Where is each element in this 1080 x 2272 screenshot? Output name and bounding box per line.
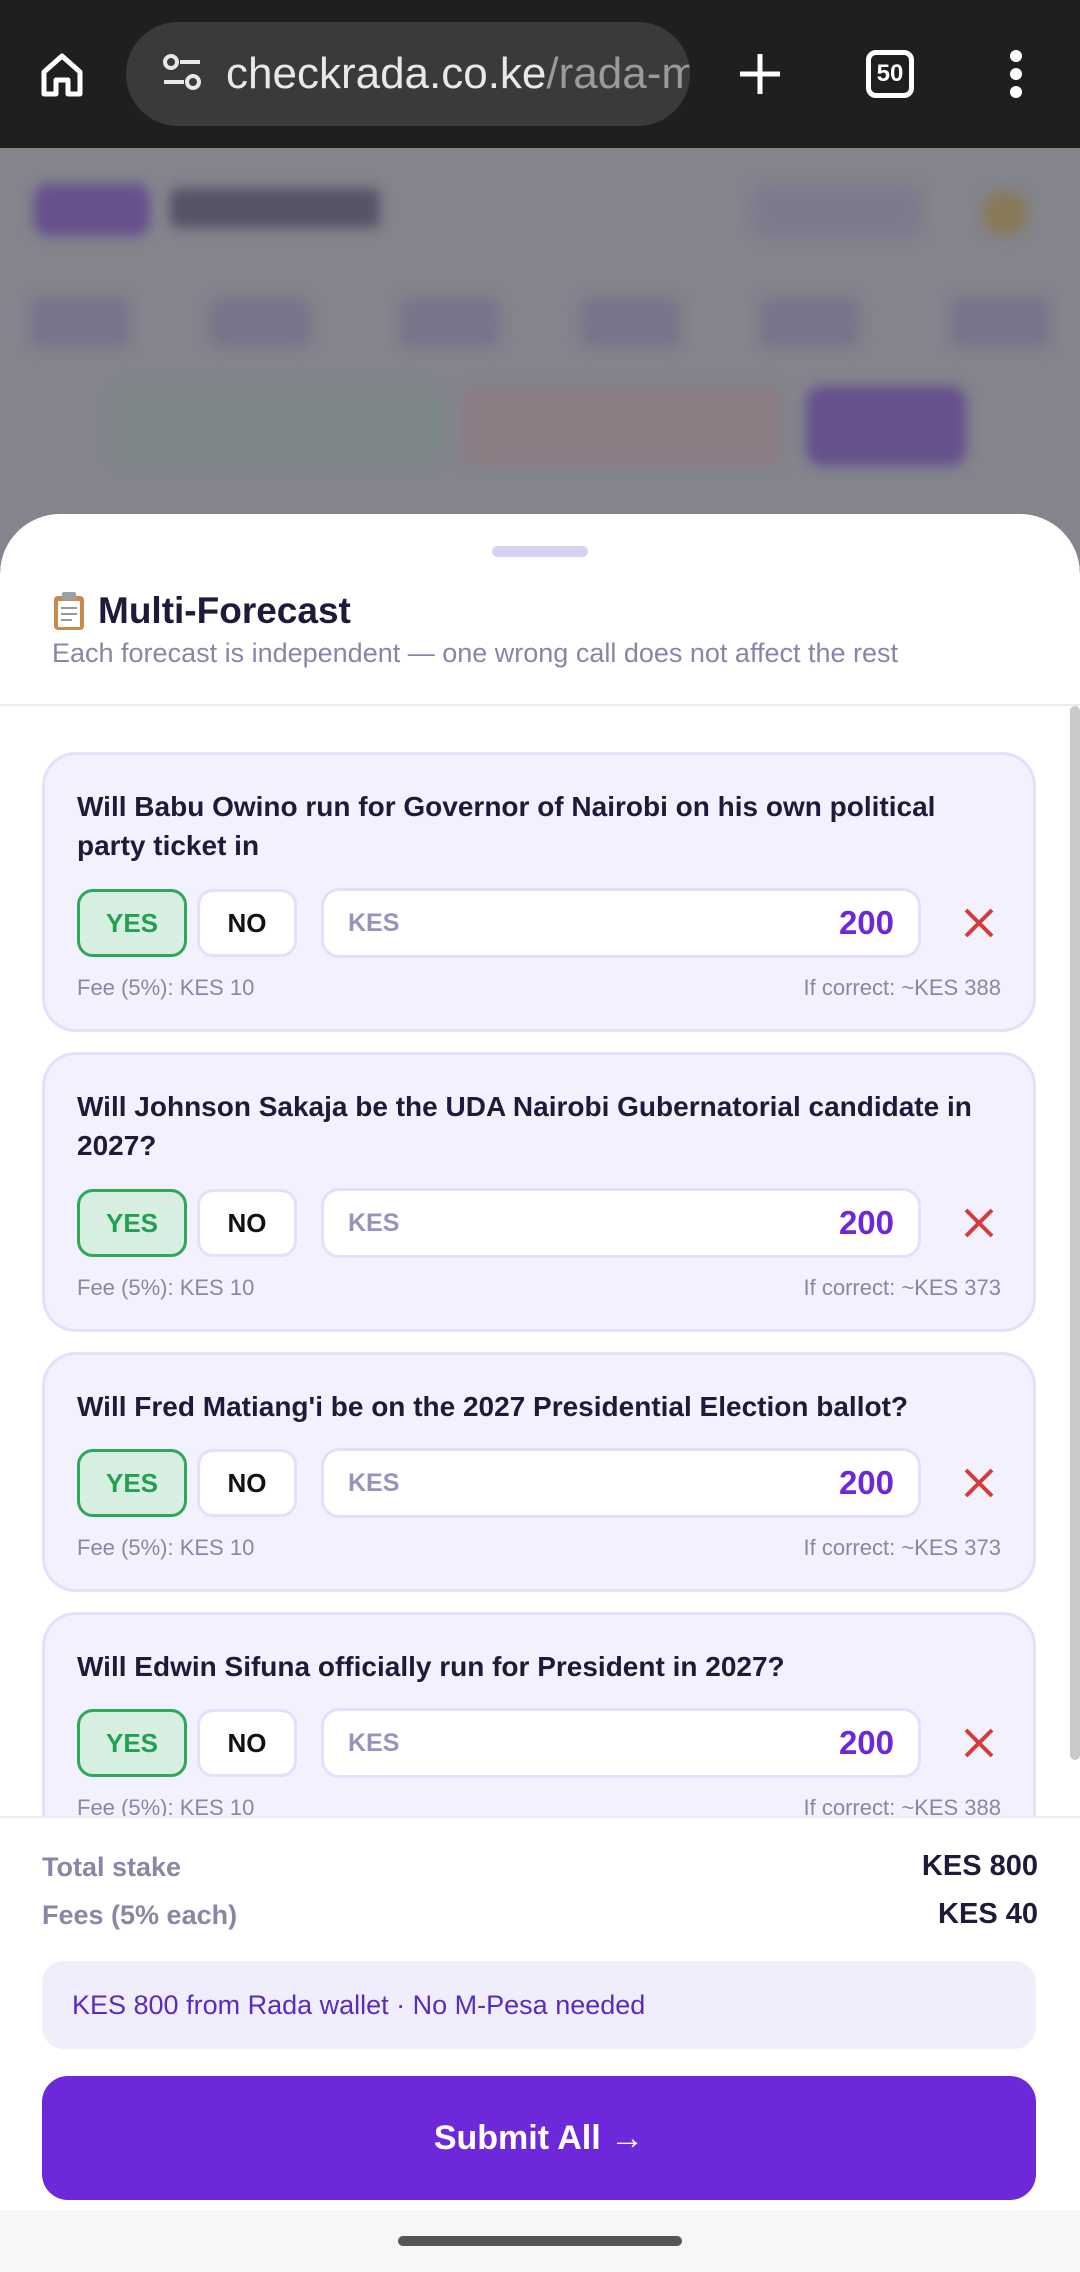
forecast-question: Will Fred Matiang'i be on the 2027 Presi… [77,1391,909,1422]
yes-button[interactable]: YES [77,1709,187,1777]
new-tab-icon[interactable] [724,38,796,110]
amount-value: 200 [838,1204,894,1241]
forecast-card: Will Johnson Sakaja be the UDA Nairobi G… [42,1052,1036,1332]
amount-value: 200 [838,1724,894,1761]
modal-scrim[interactable] [0,148,1080,568]
submit-all-button[interactable]: Submit All → [42,2076,1036,2200]
home-gesture-bar[interactable] [398,2236,682,2246]
currency-label: KES [348,1728,400,1757]
forecast-question: Will Babu Owino run for Governor of Nair… [77,791,936,861]
if-correct-text: If correct: ~KES 388 [803,1795,1001,1816]
if-correct-text: If correct: ~KES 373 [803,1535,1001,1560]
yes-button[interactable]: YES [77,1449,187,1517]
tab-switcher-button[interactable]: 50 [854,38,926,110]
scrollbar[interactable] [1070,706,1080,1760]
currency-label: KES [348,1208,400,1237]
remove-icon[interactable] [955,1199,1003,1247]
currency-label: KES [348,908,400,937]
multi-forecast-sheet: Multi-Forecast Each forecast is independ… [0,514,1080,2272]
drag-handle[interactable] [492,546,588,557]
browser-toolbar: checkrada.co.ke/rada-m 50 [0,0,1080,148]
sheet-title: Multi-Forecast [52,590,351,632]
amount-input[interactable]: KES 200 [321,1188,921,1258]
forecast-list[interactable]: Will Babu Owino run for Governor of Nair… [0,706,1080,1816]
site-settings-icon[interactable] [162,53,202,95]
url-text: checkrada.co.ke/rada-m [226,49,690,99]
yes-button[interactable]: YES [77,889,187,957]
amount-input[interactable]: KES 200 [321,1448,921,1518]
forecast-card: Will Edwin Sifuna officially run for Pre… [42,1612,1036,1816]
no-button[interactable]: NO [197,1709,297,1777]
forecast-card: Will Fred Matiang'i be on the 2027 Presi… [42,1352,1036,1592]
fee-text: Fee (5%): KES 10 [77,1275,255,1300]
sheet-title-text: Multi-Forecast [98,590,351,631]
currency-label: KES [348,1468,400,1497]
remove-icon[interactable] [955,1459,1003,1507]
address-bar[interactable]: checkrada.co.ke/rada-m [126,22,690,126]
divider [0,1816,1080,1818]
yes-button[interactable]: YES [77,1189,187,1257]
remove-icon[interactable] [955,899,1003,947]
fees-label: Fees (5% each) [42,1900,238,1930]
home-icon[interactable] [26,38,98,110]
summary-footer: Total stake KES 800 Fees (5% each) KES 4… [0,1816,1080,2272]
wallet-note: KES 800 from Rada wallet · No M-Pesa nee… [42,1961,1036,2049]
no-button[interactable]: NO [197,1189,297,1257]
forecast-question: Will Edwin Sifuna officially run for Pre… [77,1651,785,1682]
total-stake-value: KES 800 [921,1850,1038,1882]
sheet-subtitle: Each forecast is independent — one wrong… [52,638,899,668]
fee-text: Fee (5%): KES 10 [77,1795,255,1816]
url-path: /rada-m [546,49,690,98]
no-button[interactable]: NO [197,889,297,957]
fees-value: KES 40 [938,1898,1038,1930]
url-host: checkrada.co.ke [226,49,547,98]
forecast-question: Will Johnson Sakaja be the UDA Nairobi G… [77,1091,972,1161]
fee-text: Fee (5%): KES 10 [77,975,255,1000]
amount-value: 200 [838,904,894,941]
if-correct-text: If correct: ~KES 388 [803,975,1001,1000]
amount-input[interactable]: KES 200 [321,888,921,958]
total-stake-label: Total stake [42,1852,182,1882]
fee-text: Fee (5%): KES 10 [77,1535,255,1560]
clipboard-icon [52,591,88,631]
amount-input[interactable]: KES 200 [321,1708,921,1778]
more-menu-icon[interactable] [980,38,1052,110]
no-button[interactable]: NO [197,1449,297,1517]
forecast-card: Will Babu Owino run for Governor of Nair… [42,752,1036,1032]
if-correct-text: If correct: ~KES 373 [803,1275,1001,1300]
tab-count: 50 [866,50,914,98]
amount-value: 200 [838,1464,894,1501]
remove-icon[interactable] [955,1719,1003,1767]
